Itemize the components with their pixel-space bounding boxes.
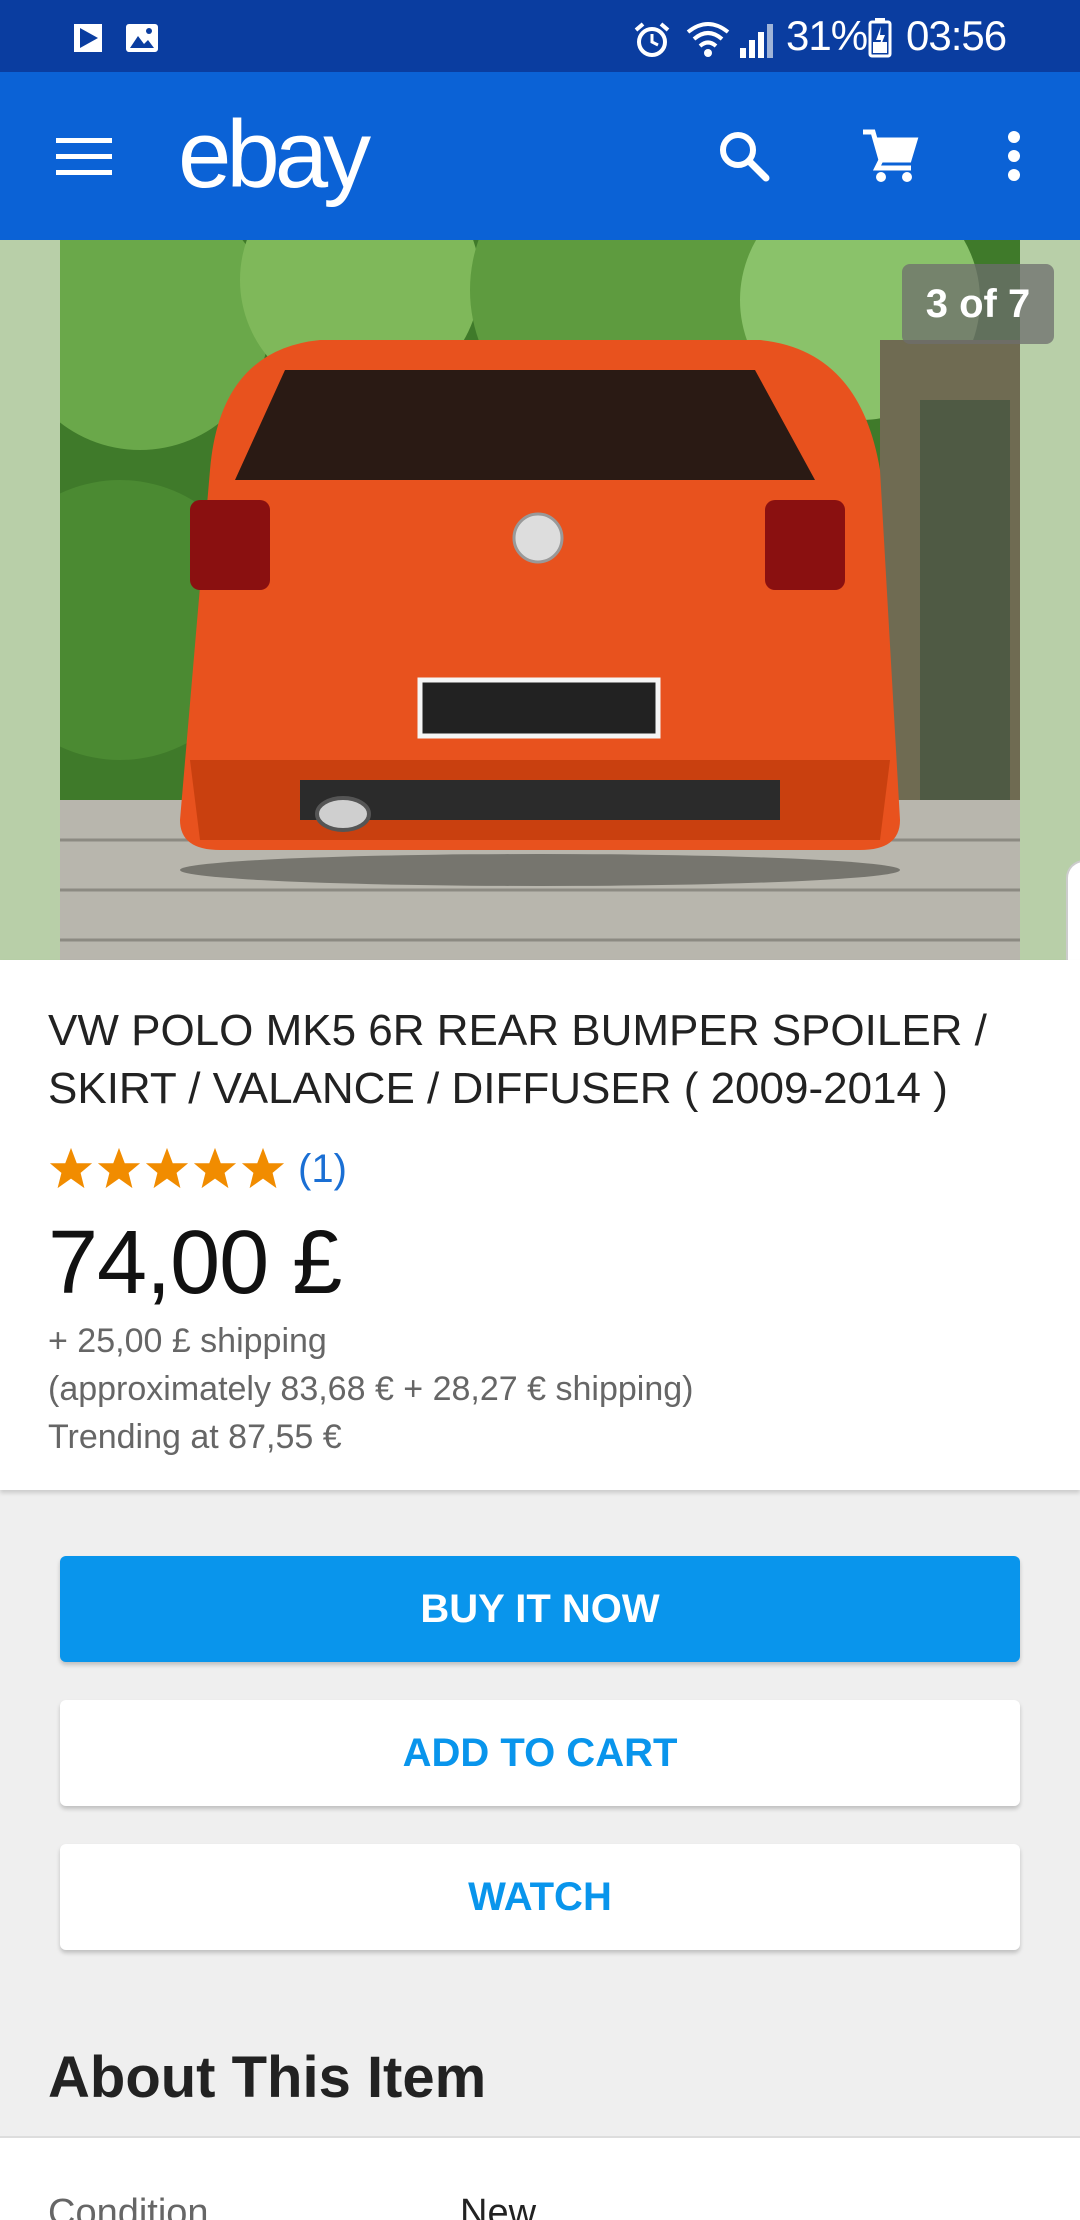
- more-vertical-icon: [1008, 131, 1020, 181]
- product-photo[interactable]: [60, 240, 1020, 960]
- rating[interactable]: (1): [48, 1146, 347, 1192]
- search-icon: [720, 132, 770, 182]
- review-count-link[interactable]: (1): [298, 1147, 347, 1192]
- condition-label: Condition: [48, 2192, 209, 2220]
- battery-icon: [868, 18, 892, 63]
- menu-button[interactable]: [40, 116, 128, 196]
- signal-icon: [738, 20, 778, 65]
- buy-it-now-button[interactable]: BUY IT NOW: [60, 1556, 1020, 1662]
- item-title: VW POLO MK5 6R REAR BUMPER SPOILER / SKI…: [48, 1006, 987, 1113]
- watch-button[interactable]: WATCH: [60, 1844, 1020, 1950]
- search-button[interactable]: [700, 116, 788, 196]
- star-icon: [145, 1147, 189, 1189]
- item-price: 74,00 £: [48, 1213, 342, 1313]
- about-heading: About This Item: [48, 2045, 487, 2110]
- hamburger-icon: [56, 138, 112, 175]
- approximate-price: (approximately 83,68 € + 28,27 € shippin…: [48, 1370, 694, 1408]
- battery-percentage: 31%: [786, 12, 868, 59]
- alarm-icon: [632, 20, 672, 65]
- cart-button[interactable]: [846, 116, 934, 196]
- star-icon: [49, 1147, 93, 1189]
- play-store-notification-icon: [70, 20, 106, 61]
- wifi-icon: [684, 20, 732, 65]
- shopping-cart-icon: [863, 129, 919, 182]
- image-gallery[interactable]: 3 of 7: [0, 240, 1080, 960]
- gallery-notification-icon: [124, 20, 160, 61]
- condition-row: Condition New: [0, 2136, 1080, 2220]
- ebay-logo[interactable]: ebay: [178, 100, 371, 210]
- shipping-cost: + 25,00 £ shipping: [48, 1322, 327, 1360]
- item-info-card: VW POLO MK5 6R REAR BUMPER SPOILER / SKI…: [0, 960, 1080, 1490]
- status-bar: 31% 03:56: [0, 0, 1080, 72]
- star-icon: [193, 1147, 237, 1189]
- overflow-menu-button[interactable]: [982, 116, 1046, 196]
- star-icon: [97, 1147, 141, 1189]
- star-icon: [241, 1147, 285, 1189]
- condition-value: New: [460, 2192, 537, 2220]
- trending-price: Trending at 87,55 €: [48, 1418, 342, 1456]
- app-bar: ebay: [0, 72, 1080, 240]
- clock: 03:56: [906, 12, 1007, 59]
- image-counter: 3 of 7: [902, 264, 1054, 344]
- add-to-cart-button[interactable]: ADD TO CART: [60, 1700, 1020, 1806]
